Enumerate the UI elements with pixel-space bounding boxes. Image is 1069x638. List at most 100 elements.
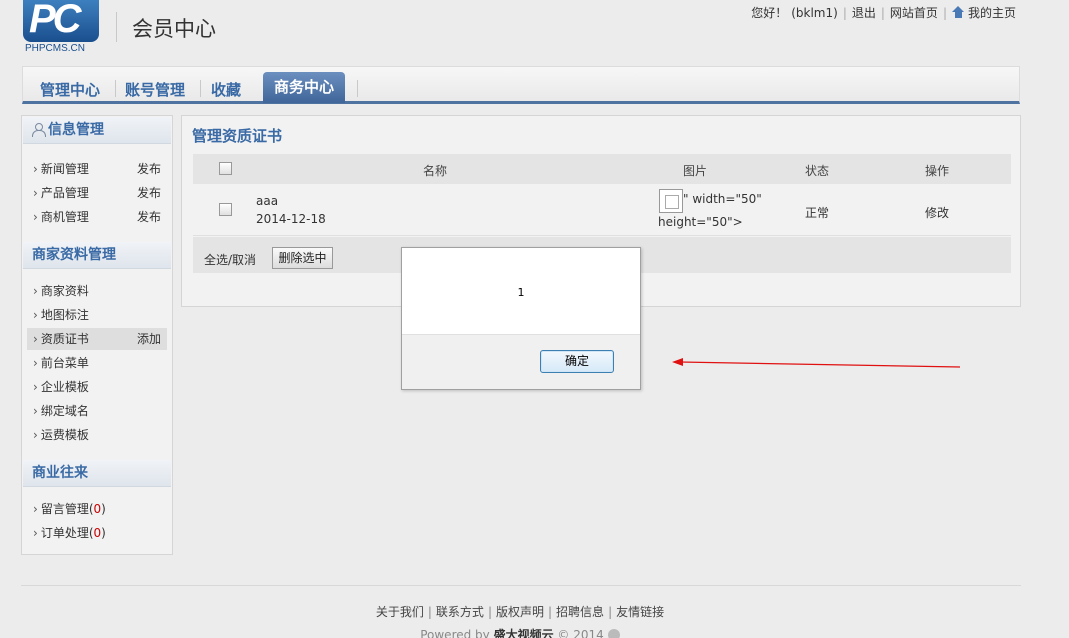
chevron-right-icon: › (33, 428, 38, 442)
header-divider (116, 12, 117, 42)
footer-divider (21, 585, 1021, 586)
row-image-text-1: " width="50" (683, 192, 762, 206)
chevron-right-icon: › (33, 526, 38, 540)
sidebar-item-certificates[interactable]: › 资质证书 添加 (27, 328, 167, 350)
dialog-message: 1 (517, 286, 525, 299)
footer-link-friends[interactable]: 友情链接 (616, 605, 664, 619)
message-count: 0 (93, 502, 102, 516)
annotation-arrow (672, 358, 961, 368)
chevron-right-icon: › (33, 332, 38, 346)
powered-suffix: © 2014 (553, 628, 604, 638)
row-name: aaa (256, 194, 279, 208)
sidebar: 信息管理 › 新闻管理 发布 › 产品管理 发布 › 商机管理 发布 商家资料管理 ›… (21, 115, 173, 555)
chevron-right-icon: › (33, 380, 38, 394)
column-actions: 操作 (925, 164, 950, 178)
logout-link[interactable]: 退出 (847, 4, 881, 21)
sidebar-item-label: 资质证书 (40, 332, 89, 346)
tab-business-center[interactable]: 商务中心 (263, 72, 345, 103)
username-text: (bklm1) (791, 5, 838, 20)
powered-by: Powered by 盛大视频云 © 2014 (0, 626, 1040, 638)
publish-link[interactable]: 发布 (137, 182, 161, 204)
main-nav: 管理中心 账号管理 收藏 商务中心 (22, 66, 1020, 104)
column-image: 图片 (683, 164, 708, 178)
footer-link-copyright[interactable]: 版权声明 (496, 605, 544, 619)
sidebar-item-messages[interactable]: › 留言管理(0) (27, 498, 167, 520)
ok-button[interactable]: 确定 (540, 350, 614, 373)
chevron-right-icon: › (33, 404, 38, 418)
nav-divider (357, 80, 358, 97)
chevron-right-icon: › (33, 162, 38, 176)
chevron-right-icon: › (33, 284, 38, 298)
my-home-label: 我的主页 (967, 6, 1016, 20)
home-icon (951, 6, 965, 18)
sidebar-item-opportunities[interactable]: › 商机管理 发布 (27, 206, 167, 228)
chevron-right-icon: › (33, 186, 38, 200)
sidebar-section-info: 信息管理 (23, 117, 171, 144)
row-checkbox[interactable] (219, 203, 232, 216)
powered-prefix: Powered by (420, 628, 494, 638)
nav-divider (115, 80, 116, 97)
column-name: 名称 (423, 164, 448, 178)
sidebar-item-front-menu[interactable]: › 前台菜单 (27, 352, 167, 374)
tab-admin-center[interactable]: 管理中心 (40, 79, 100, 100)
select-all-toggle[interactable]: 全选/取消 (204, 251, 256, 268)
table-header: 名称 图片 状态 操作 (193, 154, 1011, 184)
footer-link-about[interactable]: 关于我们 (376, 605, 424, 619)
sidebar-item-label: 地图标注 (40, 308, 89, 322)
sidebar-item-label: 新闻管理 (40, 162, 89, 176)
sidebar-item-label: 订单处理 (40, 526, 89, 540)
sidebar-item-domain[interactable]: › 绑定域名 (27, 400, 167, 422)
alert-dialog: 1 确定 (401, 247, 641, 390)
delete-selected-button[interactable]: 删除选中 (272, 247, 333, 269)
sidebar-item-label: 运费模板 (40, 428, 89, 442)
sidebar-item-label: 前台菜单 (40, 356, 89, 370)
sidebar-item-shipping[interactable]: › 运费模板 (27, 424, 167, 446)
dialog-footer: 确定 (402, 334, 640, 389)
logo-badge: PC (23, 0, 99, 42)
arrow-shaft (679, 361, 961, 368)
sidebar-item-label: 商家资料 (40, 284, 89, 298)
sidebar-item-map[interactable]: › 地图标注 (27, 304, 167, 326)
panel-title: 管理资质证书 (192, 127, 283, 145)
footer-link-jobs[interactable]: 招聘信息 (556, 605, 604, 619)
row-date: 2014-12-18 (256, 212, 326, 226)
select-all-checkbox[interactable] (219, 162, 232, 175)
user-icon (32, 123, 46, 137)
my-home-link[interactable]: 我的主页 (947, 4, 1021, 21)
sidebar-item-label: 产品管理 (40, 186, 89, 200)
row-image-text-2: height="50"> (658, 215, 743, 229)
site-logo[interactable]: PC PHPCMS.CN (23, 0, 101, 56)
sidebar-item-templates[interactable]: › 企业模板 (27, 376, 167, 398)
publish-link[interactable]: 发布 (137, 158, 161, 180)
sidebar-section-business: 商业往来 (23, 460, 171, 487)
tab-favorites[interactable]: 收藏 (211, 79, 241, 100)
row-edit-link[interactable]: 修改 (925, 204, 949, 221)
powered-brand: 盛大视频云 (493, 628, 554, 638)
greeting-text: 您好！ (751, 6, 788, 20)
row-status: 正常 (805, 206, 830, 220)
sidebar-item-news[interactable]: › 新闻管理 发布 (27, 158, 167, 180)
sidebar-item-orders[interactable]: › 订单处理(0) (27, 522, 167, 544)
sidebar-item-label: 绑定域名 (40, 404, 89, 418)
publish-link[interactable]: 发布 (137, 206, 161, 228)
footer-link-contact[interactable]: 联系方式 (436, 605, 484, 619)
add-link[interactable]: 添加 (137, 328, 161, 350)
tab-account[interactable]: 账号管理 (125, 79, 185, 100)
chevron-right-icon: › (33, 210, 38, 224)
brand-icon (607, 629, 620, 638)
chevron-right-icon: › (33, 502, 38, 516)
column-status: 状态 (805, 164, 830, 178)
sidebar-item-label: 商机管理 (40, 210, 89, 224)
sidebar-item-merchant-profile[interactable]: › 商家资料 (27, 280, 167, 302)
logo-subtext: PHPCMS.CN (25, 43, 86, 54)
sidebar-item-label: 留言管理 (40, 502, 89, 516)
sidebar-item-products[interactable]: › 产品管理 发布 (27, 182, 167, 204)
logo-mark: PC (29, 0, 82, 41)
sidebar-section-title: 信息管理 (48, 122, 104, 138)
footer-links: 关于我们 | 联系方式 | 版权声明 | 招聘信息 | 友情链接 (375, 605, 665, 619)
chevron-right-icon: › (33, 308, 38, 322)
site-home-link[interactable]: 网站首页 (885, 4, 943, 21)
sidebar-item-label: 企业模板 (40, 380, 89, 394)
top-user-bar: 您好！ (bklm1) | 退出 | 网站首页 | 我的主页 (746, 4, 1021, 21)
sidebar-section-merchant: 商家资料管理 (23, 242, 171, 269)
